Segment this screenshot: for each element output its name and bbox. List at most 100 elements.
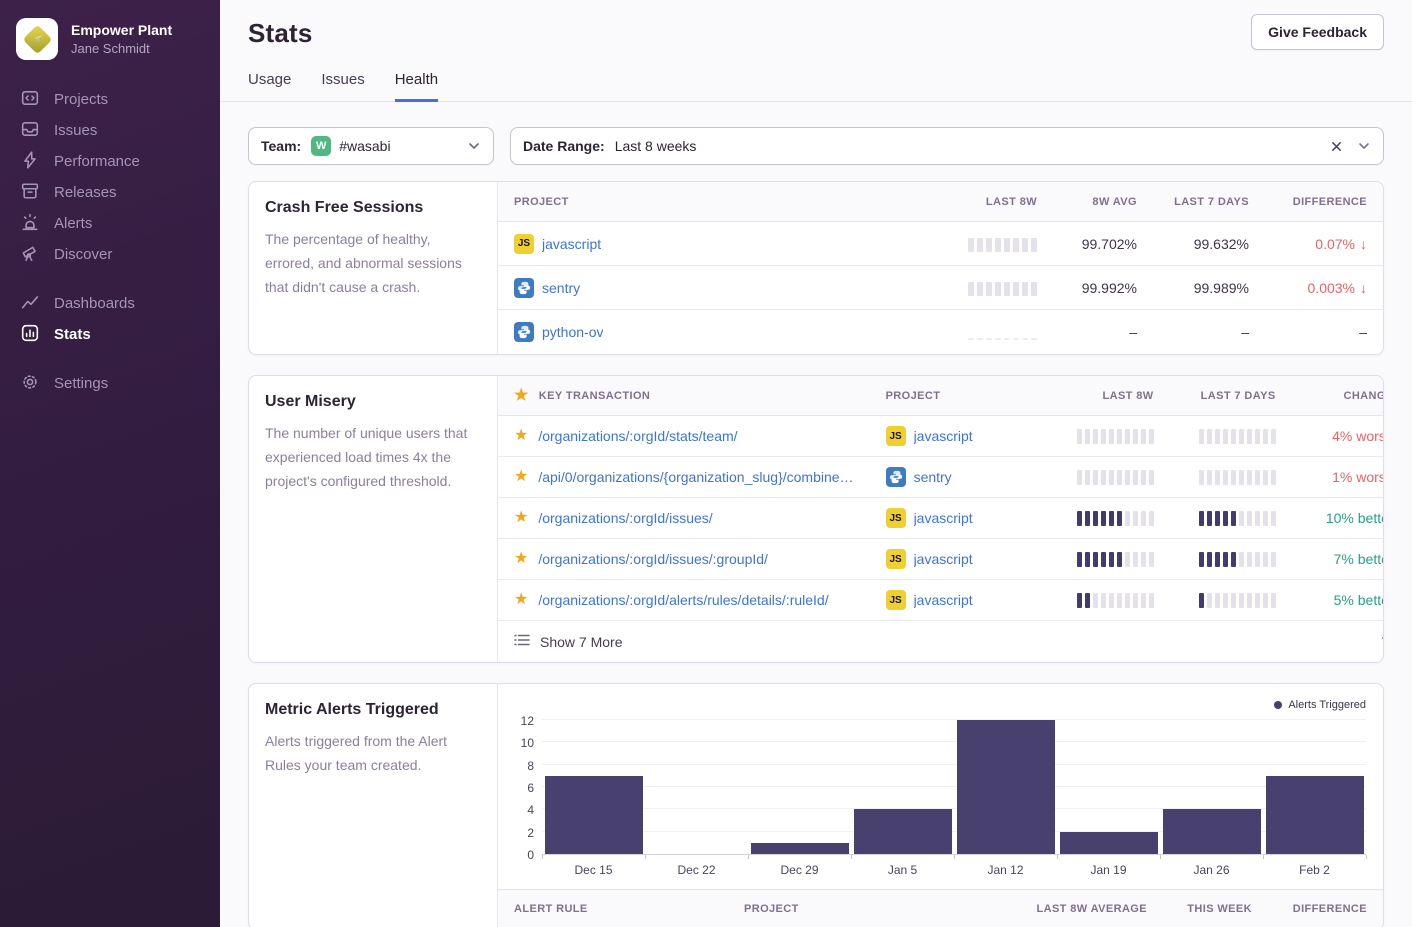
date-range-select[interactable]: Date Range: Last 8 weeks (510, 127, 1384, 165)
projects-icon (21, 89, 39, 111)
user-misery-panel: User Misery The number of unique users t… (248, 375, 1384, 663)
column-last-8w-average: LAST 8W AVERAGE (1018, 903, 1163, 915)
performance-icon (21, 151, 39, 173)
project-link[interactable]: javascript (542, 236, 601, 252)
difference-value: 0.07% (1315, 236, 1355, 252)
clear-date-icon[interactable] (1330, 140, 1343, 153)
org-name: Empower Plant (71, 21, 172, 40)
page-title: Stats (248, 18, 1384, 49)
alerts-chart-plot (542, 721, 1366, 855)
project-link[interactable]: python-ov (542, 324, 603, 340)
sidebar-item-projects[interactable]: Projects (0, 84, 220, 115)
table-row: python-ov – – – (498, 310, 1383, 354)
sidebar-item-label: Discover (54, 246, 112, 263)
sidebar-item-alerts[interactable]: Alerts (0, 208, 220, 239)
sparkline (1077, 469, 1154, 485)
transaction-link[interactable]: /api/0/organizations/{organization_slug}… (538, 469, 853, 485)
column-last-8w: LAST 8W (1048, 390, 1170, 402)
dashboards-icon (21, 293, 39, 315)
column-8w-avg: 8W AVG (1053, 196, 1153, 208)
sparkline (1077, 428, 1154, 444)
sidebar-item-discover[interactable]: Discover (0, 239, 220, 270)
date-range-value: Last 8 weeks (615, 138, 697, 154)
table-row: JS javascript 99.702% 99.632% 0.07%↓ (498, 222, 1383, 266)
change-value: 4% worse (1292, 428, 1384, 444)
panel-title: Metric Alerts Triggered (265, 701, 481, 719)
sidebar-item-label: Performance (54, 153, 140, 170)
sparkline (968, 280, 1037, 296)
key-transaction-star-icon[interactable]: ★ (514, 510, 528, 526)
metric-alerts-panel: Metric Alerts Triggered Alerts triggered… (248, 683, 1384, 927)
alert-rules-table-header: ALERT RULE PROJECT LAST 8W AVERAGE THIS … (498, 889, 1383, 927)
project-link[interactable]: javascript (914, 510, 973, 526)
metric-alerts-chart-section: Alerts Triggered 024681012 Dec 15Dec 22D… (498, 684, 1383, 927)
transaction-link[interactable]: /organizations/:orgId/alerts/rules/detai… (538, 592, 828, 608)
sidebar-item-releases[interactable]: Releases (0, 177, 220, 208)
column-this-week: THIS WEEK (1163, 903, 1268, 915)
team-select[interactable]: Team: W #wasabi (248, 127, 494, 165)
page-header: Stats Give Feedback Usage Issues Health (220, 0, 1412, 102)
sidebar-item-issues[interactable]: Issues (0, 115, 220, 146)
show-more-button[interactable]: Show 7 More (498, 621, 1384, 662)
javascript-icon: JS (886, 549, 906, 569)
table-row: ★/organizations/:orgId/issues/:groupId/ … (498, 539, 1384, 580)
project-link[interactable]: javascript (914, 428, 973, 444)
project-link[interactable]: javascript (914, 592, 973, 608)
column-project: PROJECT (870, 390, 1048, 402)
table-header: PROJECT LAST 8W 8W AVG LAST 7 DAYS DIFFE… (498, 182, 1383, 222)
tab-health[interactable]: Health (395, 71, 438, 102)
python-icon (514, 322, 534, 342)
arrow-down-icon: ↓ (1360, 236, 1367, 252)
sidebar-item-settings[interactable]: Settings (0, 368, 220, 399)
sparkline (1077, 592, 1154, 608)
team-label: Team: (261, 138, 301, 154)
sidebar-item-performance[interactable]: Performance (0, 146, 220, 177)
panel-description: The percentage of healthy, errored, and … (265, 227, 481, 299)
key-transaction-star-icon[interactable]: ★ (514, 551, 528, 567)
give-feedback-button[interactable]: Give Feedback (1251, 14, 1384, 50)
sidebar-item-stats[interactable]: Stats (0, 319, 220, 350)
transaction-link[interactable]: /organizations/:orgId/issues/ (538, 510, 712, 526)
user-misery-table: ★KEY TRANSACTION PROJECT LAST 8W LAST 7 … (498, 376, 1384, 662)
org-switcher[interactable]: Empower Plant Jane Schmidt (0, 0, 220, 60)
column-alert-rule: ALERT RULE (498, 903, 728, 915)
sparkline (1199, 510, 1276, 526)
alerts-icon (21, 213, 39, 235)
crash-free-sessions-panel: Crash Free Sessions The percentage of he… (248, 181, 1384, 355)
project-link[interactable]: javascript (914, 551, 973, 567)
legend-label: Alerts Triggered (1288, 699, 1366, 711)
sidebar-item-label: Releases (54, 184, 117, 201)
sidebar-item-label: Alerts (54, 215, 92, 232)
user-name: Jane Schmidt (71, 40, 172, 58)
content-area: Team: W #wasabi Date Range: Last 8 weeks… (220, 102, 1412, 927)
avg-8w-value: 99.992% (1053, 280, 1153, 296)
arrow-down-icon: ↓ (1360, 280, 1367, 296)
org-logo (16, 18, 58, 60)
sidebar-item-label: Dashboards (54, 295, 135, 312)
key-transaction-star-icon[interactable]: ★ (514, 592, 528, 608)
panel-title: Crash Free Sessions (265, 199, 481, 217)
javascript-icon: JS (886, 590, 906, 610)
list-icon (514, 633, 530, 650)
crash-free-table: PROJECT LAST 8W 8W AVG LAST 7 DAYS DIFFE… (498, 182, 1383, 354)
tab-usage[interactable]: Usage (248, 71, 291, 102)
chevron-down-icon (467, 139, 481, 153)
sparkline (1199, 469, 1276, 485)
main-area: Stats Give Feedback Usage Issues Health … (220, 0, 1412, 927)
project-link[interactable]: sentry (914, 469, 952, 485)
sidebar-item-dashboards[interactable]: Dashboards (0, 288, 220, 319)
tab-issues[interactable]: Issues (321, 71, 364, 102)
chevron-down-icon[interactable] (1357, 139, 1371, 153)
project-link[interactable]: sentry (542, 280, 580, 296)
table-row: ★ /organizations/:orgId/alerts/rules/deta… (498, 580, 1384, 621)
sidebar-nav: Projects Issues Performance Releases Ale… (0, 84, 220, 399)
key-transaction-star-icon[interactable]: ★ (514, 469, 528, 485)
table-row: ★/organizations/:orgId/issues/ JSjavascr… (498, 498, 1384, 539)
avg-8w-value: 99.702% (1053, 236, 1153, 252)
key-transaction-star-icon[interactable]: ★ (514, 428, 528, 444)
sidebar-item-label: Stats (54, 326, 91, 343)
transaction-link[interactable]: /organizations/:orgId/issues/:groupId/ (538, 551, 768, 567)
column-project: PROJECT (498, 196, 933, 208)
transaction-link[interactable]: /organizations/:orgId/stats/team/ (538, 428, 737, 444)
sidebar-item-label: Issues (54, 122, 97, 139)
